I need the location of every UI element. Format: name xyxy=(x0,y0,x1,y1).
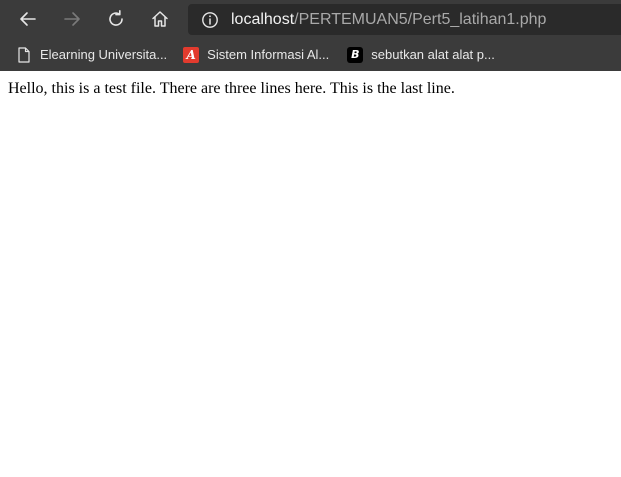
bookmark-sistem-informasi[interactable]: A Sistem Informasi Al... xyxy=(177,41,335,69)
refresh-icon xyxy=(109,10,123,26)
forward-button[interactable] xyxy=(50,0,94,38)
address-bar[interactable]: localhost/PERTEMUAN5/Pert5_latihan1.php xyxy=(188,4,621,35)
url-host: localhost xyxy=(231,10,295,28)
bookmark-elearning[interactable]: Elearning Universita... xyxy=(10,41,173,69)
home-icon xyxy=(152,11,168,27)
page-content: Hello, this is a test file. There are th… xyxy=(0,71,621,106)
info-icon[interactable] xyxy=(201,11,219,29)
bookmark-label: Elearning Universita... xyxy=(40,47,168,62)
browser-chrome: localhost/PERTEMUAN5/Pert5_latihan1.php … xyxy=(0,0,621,71)
bookmark-label: sebutkan alat alat p... xyxy=(371,47,495,62)
bookmark-sebutkan[interactable]: B sebutkan alat alat p... xyxy=(341,41,501,69)
arrow-left-icon xyxy=(20,12,36,26)
red-a-badge-icon: A xyxy=(183,46,200,63)
bookmarks-bar: Elearning Universita... A Sistem Informa… xyxy=(0,38,621,71)
page-icon xyxy=(16,46,32,63)
url-path: /PERTEMUAN5/Pert5_latihan1.php xyxy=(294,10,547,28)
navigation-bar: localhost/PERTEMUAN5/Pert5_latihan1.php xyxy=(0,0,621,38)
page-text: Hello, this is a test file. There are th… xyxy=(8,80,455,97)
refresh-button[interactable] xyxy=(94,0,138,38)
back-button[interactable] xyxy=(6,0,50,38)
bookmark-label: Sistem Informasi Al... xyxy=(207,47,330,62)
black-b-badge-icon: B xyxy=(347,46,364,63)
arrow-right-icon xyxy=(64,12,80,26)
home-button[interactable] xyxy=(138,0,182,38)
url-text[interactable]: localhost/PERTEMUAN5/Pert5_latihan1.php xyxy=(231,10,547,28)
